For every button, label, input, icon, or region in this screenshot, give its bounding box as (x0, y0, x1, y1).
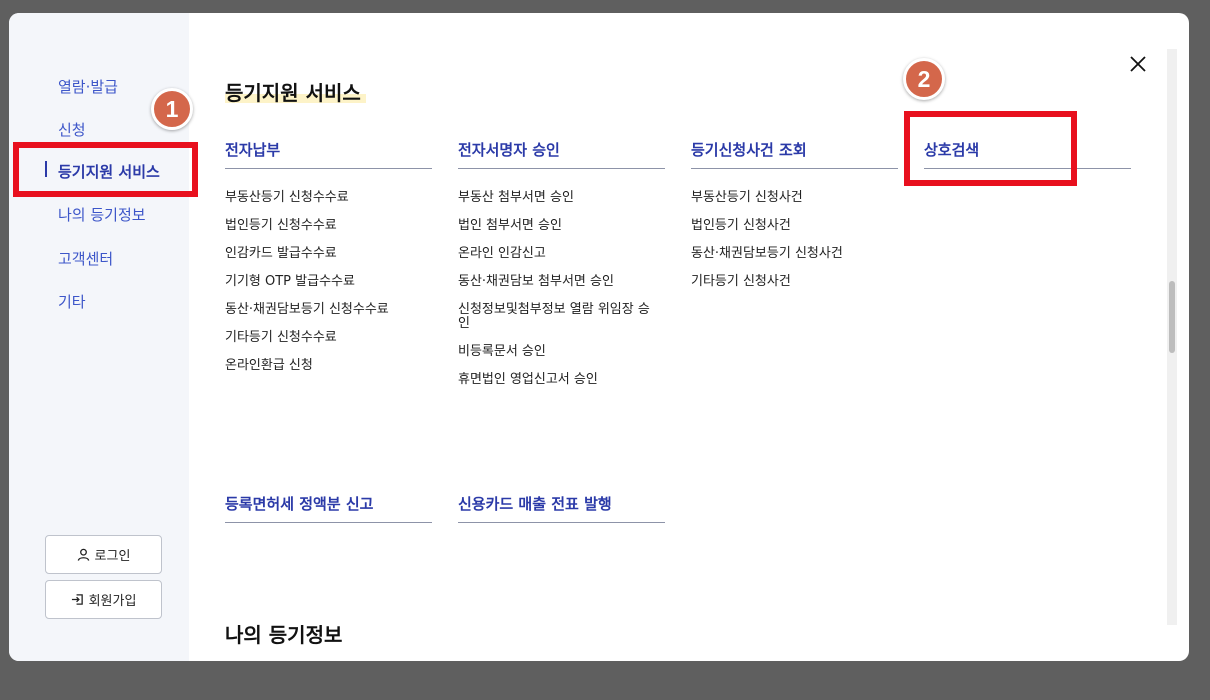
annotation-badge-2: 2 (903, 58, 945, 100)
link-seal-card-fee[interactable]: 인감카드 발급수수료 (225, 247, 425, 261)
user-icon (77, 548, 89, 561)
sidebar-item-etc[interactable]: 기타 (58, 291, 86, 312)
annotation-box-2 (904, 111, 1077, 186)
signup-label: 회원가입 (88, 594, 137, 609)
scrollbar-thumb[interactable] (1169, 281, 1175, 353)
link-real-estate-fee[interactable]: 부동산등기 신청수수료 (225, 191, 425, 205)
link-unregistered-doc[interactable]: 비등록문서 승인 (458, 345, 658, 359)
link-corporate-attach[interactable]: 법인 첨부서면 승인 (458, 219, 658, 233)
sign-in-icon (71, 594, 83, 605)
link-movable-attach[interactable]: 동산·채권담보 첨부서면 승인 (458, 275, 658, 289)
link-otp-fee[interactable]: 기기형 OTP 발급수수료 (225, 275, 425, 289)
signup-button[interactable]: 회원가입 (45, 580, 162, 619)
sidebar-item-customer-center[interactable]: 고객센터 (58, 248, 113, 269)
link-corporate-fee[interactable]: 법인등기 신청수수료 (225, 219, 425, 233)
link-info-view-proxy[interactable]: 신청정보및첨부정보 열람 위임장 승인 (458, 303, 658, 331)
link-real-estate-case[interactable]: 부동산등기 신청사건 (691, 191, 891, 205)
link-real-estate-attach[interactable]: 부동산 첨부서면 승인 (458, 191, 658, 205)
link-online-seal[interactable]: 온라인 인감신고 (458, 247, 658, 261)
section-title-my-registry: 나의 등기정보 (225, 623, 343, 647)
sidebar-item-my-registry[interactable]: 나의 등기정보 (58, 204, 146, 225)
page-title: 등기지원 서비스 (225, 81, 361, 105)
heading-registration-tax[interactable]: 등록면허세 정액분 신고 (225, 493, 432, 523)
link-other-case[interactable]: 기타등기 신청사건 (691, 275, 891, 289)
sidebar-item-apply[interactable]: 신청 (58, 119, 86, 140)
link-movable-bond-fee[interactable]: 동산·채권담보등기 신청수수료 (225, 303, 425, 317)
login-button[interactable]: 로그인 (45, 535, 162, 574)
annotation-box-1 (13, 142, 198, 197)
sidebar-item-view-issue[interactable]: 열람·발급 (58, 76, 118, 97)
login-label: 로그인 (94, 549, 131, 564)
annotation-badge-1: 1 (151, 88, 193, 130)
heading-card-receipt[interactable]: 신용카드 매출 전표 발행 (458, 493, 665, 523)
link-corporate-case[interactable]: 법인등기 신청사건 (691, 219, 891, 233)
close-icon[interactable] (1127, 53, 1149, 75)
link-movable-case[interactable]: 동산·채권담보등기 신청사건 (691, 247, 891, 261)
heading-case-inquiry[interactable]: 등기신청사건 조회 (691, 139, 898, 169)
menu-modal: 열람·발급 신청 등기지원 서비스 나의 등기정보 고객센터 기타 로그인 회원… (9, 13, 1189, 661)
link-online-refund[interactable]: 온라인환급 신청 (225, 359, 425, 373)
heading-electronic-payment[interactable]: 전자납부 (225, 139, 432, 169)
link-other-fee[interactable]: 기타등기 신청수수료 (225, 331, 425, 345)
heading-e-signer-approval[interactable]: 전자서명자 승인 (458, 139, 665, 169)
link-dormant-corp[interactable]: 휴면법인 영업신고서 승인 (458, 373, 658, 387)
